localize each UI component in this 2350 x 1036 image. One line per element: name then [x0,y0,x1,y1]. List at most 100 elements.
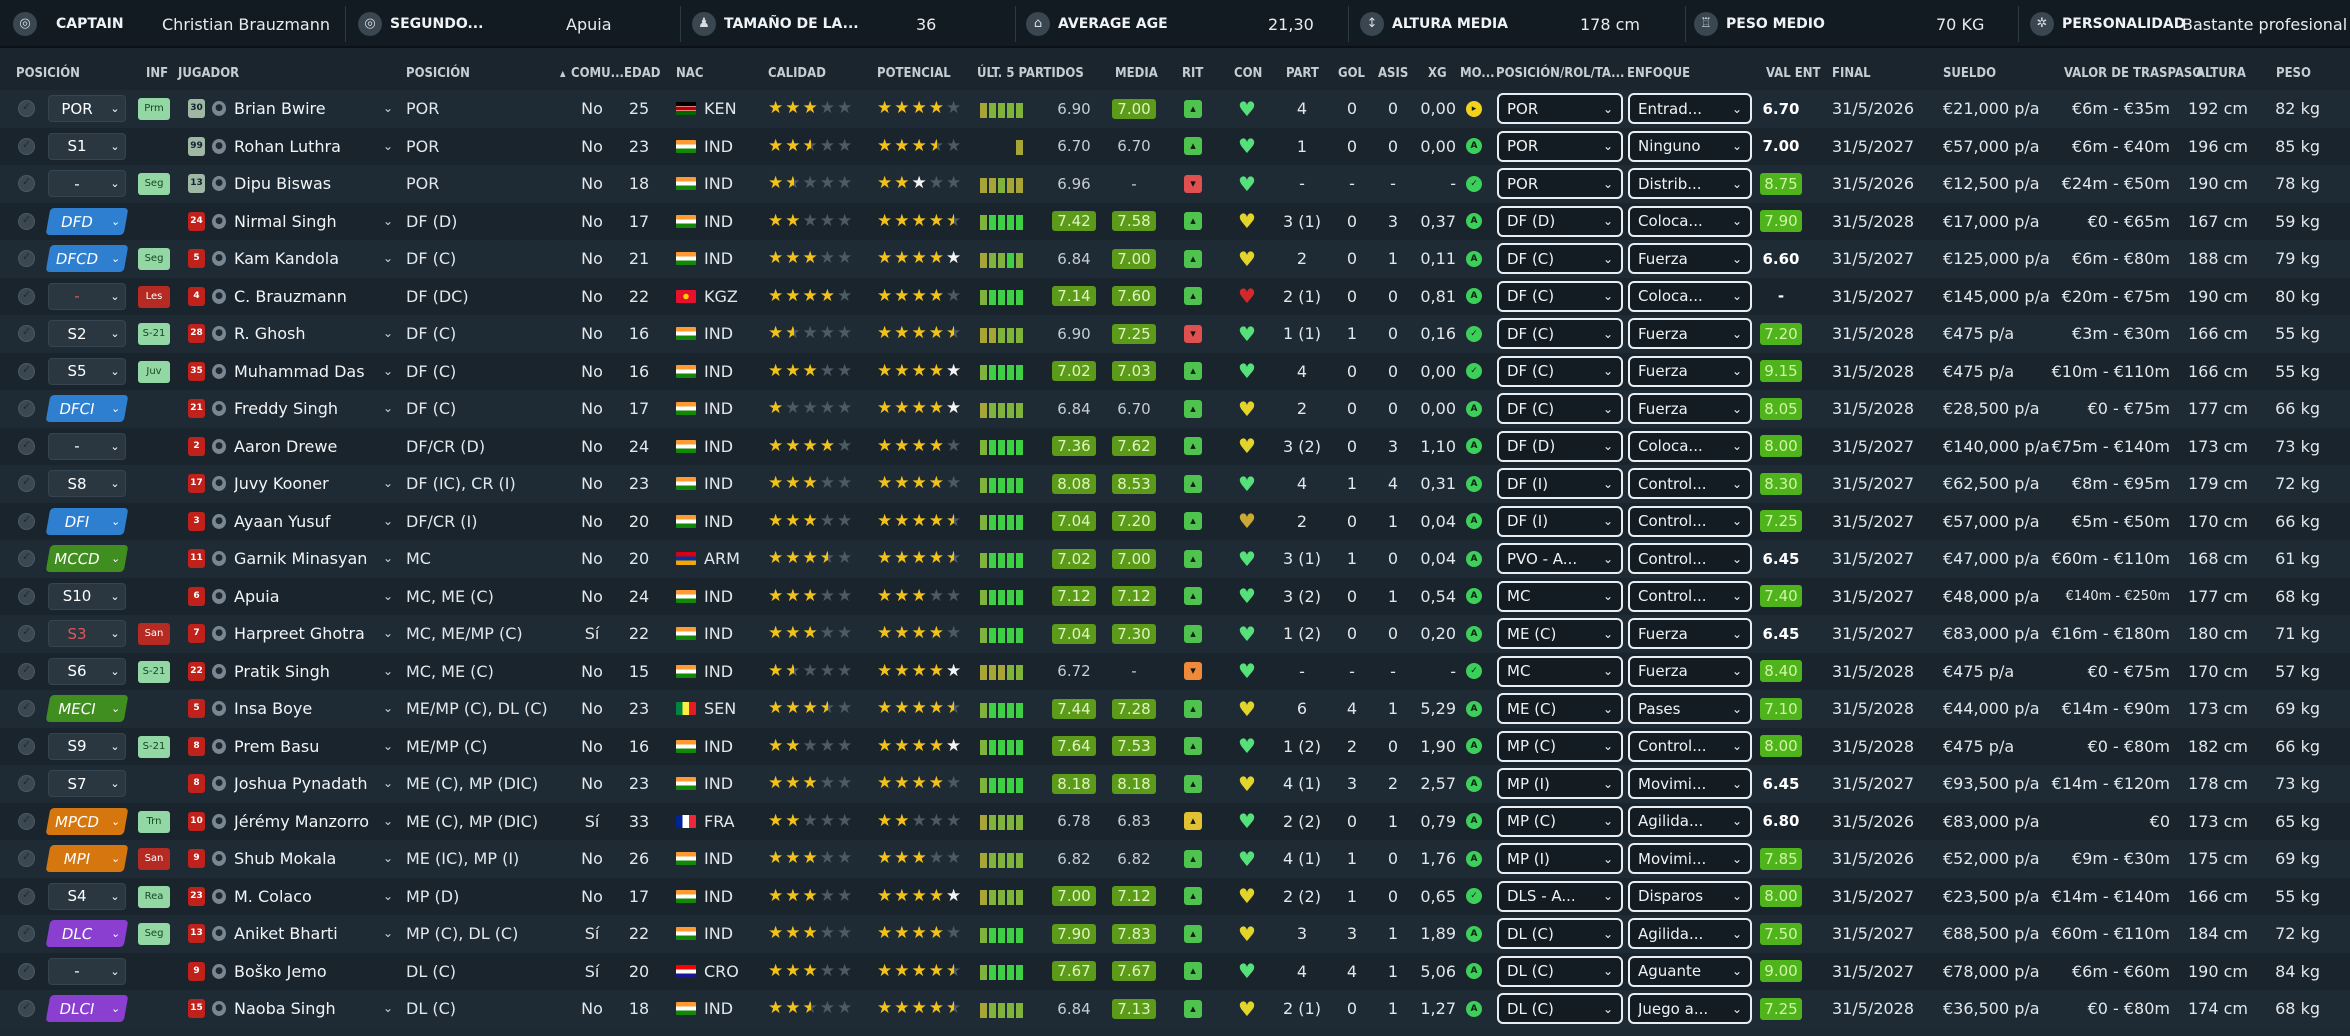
col-morale[interactable]: MO... [1460,66,1495,81]
select-checkbox[interactable] [18,287,35,305]
select-checkbox[interactable] [18,662,35,680]
col-potential[interactable]: POTENCIAL [877,66,951,81]
chevron-down-icon[interactable]: ⌄ [383,664,393,678]
squad-role-selector[interactable]: MECI ⌄ [45,695,129,722]
squad-role-selector[interactable]: - ⌄ [48,282,126,310]
squad-role-selector[interactable]: S2 ⌄ [48,320,126,347]
select-checkbox[interactable] [18,550,35,567]
focus-dropdown[interactable]: Juego a... ⌄ [1628,993,1752,1024]
table-row[interactable]: S6⌄S-2122●Pratik Singh⌄MC, ME (C)No15IND… [0,652,2350,691]
player-name[interactable]: Shub Mokala [234,840,378,878]
role-duty-dropdown[interactable]: POR ⌄ [1497,130,1623,162]
table-row[interactable]: DFCI⌄21●Freddy Singh⌄DF (C)No17IND★★★★★★… [0,390,2350,428]
squad-role-selector[interactable]: - ⌄ [48,957,126,985]
role-duty-dropdown[interactable]: DF (D) ⌄ [1497,205,1623,237]
select-checkbox[interactable] [18,625,35,642]
table-row[interactable]: -⌄9●Boško JemoDL (C)Sí20CRO★★★★★★★★★★7.6… [0,952,2350,990]
focus-dropdown[interactable]: Fuerza ⌄ [1628,655,1752,687]
col-average[interactable]: MEDIA [1115,66,1158,81]
select-checkbox[interactable] [18,137,35,155]
role-duty-dropdown[interactable]: MC ⌄ [1497,655,1623,687]
player-name[interactable]: Aaron Drewe [234,428,378,466]
select-checkbox[interactable] [18,175,35,192]
squad-role-selector[interactable]: S5 ⌄ [48,357,126,385]
summary-value[interactable]: Christian Brauzmann [162,0,330,48]
select-checkbox[interactable] [18,850,35,867]
squad-role-selector[interactable]: MCCD ⌄ [45,545,129,572]
select-checkbox[interactable] [18,325,35,342]
player-name[interactable]: Naoba Singh [234,990,378,1028]
col-last-5[interactable]: ÚLT. 5 PARTIDOS [977,66,1084,81]
select-checkbox[interactable] [18,437,35,455]
table-row[interactable]: S1⌄99●Rohan Luthra⌄PORNo23IND★★★★★★★★★★6… [0,127,2350,165]
focus-dropdown[interactable]: Fuerza ⌄ [1628,243,1752,274]
player-name[interactable]: Ayaan Yusuf [234,503,378,541]
sort-asc-icon[interactable]: ▲ [560,69,566,78]
player-name[interactable]: Brian Bwire [234,90,378,128]
table-row[interactable]: -⌄Seg13●Dipu BiswasPORNo18IND★★★★★★★★★★6… [0,165,2350,203]
table-row[interactable]: S2⌄S-2128●R. Ghosh⌄DF (C)No16IND★★★★★★★★… [0,315,2350,353]
col-nationality[interactable]: NAC [676,66,703,81]
focus-dropdown[interactable]: Control... ⌄ [1628,730,1752,762]
table-row[interactable]: DFD⌄24●Nirmal Singh⌄DF (D)No17IND★★★★★★★… [0,202,2350,240]
table-row[interactable]: DLCI⌄15●Naoba Singh⌄DL (C)No18IND★★★★★★★… [0,990,2350,1028]
summary-value[interactable]: 178 cm [1580,0,1640,48]
player-name[interactable]: M. Colaco [234,878,378,916]
role-duty-dropdown[interactable]: DF (I) ⌄ [1497,468,1623,499]
squad-role-selector[interactable]: S1 ⌄ [48,132,126,160]
table-row[interactable]: MPI⌄San9●Shub Mokala⌄ME (IC), MP (I)No26… [0,840,2350,878]
player-name[interactable]: Harpreet Ghotra [234,615,378,653]
squad-role-selector[interactable]: S9 ⌄ [48,732,126,760]
table-row[interactable]: DFCD⌄Seg5●Kam Kandola⌄DF (C)No21IND★★★★★… [0,240,2350,278]
col-focus[interactable]: ENFOQUE [1627,66,1690,81]
col-xg[interactable]: XG [1428,66,1447,81]
role-duty-dropdown[interactable]: DF (D) ⌄ [1497,430,1623,462]
focus-dropdown[interactable]: Aguante ⌄ [1628,955,1752,987]
select-checkbox[interactable] [18,587,35,605]
chevron-down-icon[interactable]: ⌄ [383,926,393,940]
table-row[interactable]: MCCD⌄11●Garnik Minasyan⌄MCNo20ARM★★★★★★★… [0,540,2350,578]
summary-value[interactable]: 36 [916,0,936,48]
player-name[interactable]: Muhammad Das [234,353,378,391]
player-name[interactable]: C. Brauzmann [234,278,378,316]
chevron-down-icon[interactable]: ⌄ [383,326,393,340]
col-homegrown[interactable]: COMU... [571,66,624,81]
chevron-down-icon[interactable]: ⌄ [383,401,393,415]
focus-dropdown[interactable]: Control... ⌄ [1628,505,1752,537]
select-checkbox[interactable] [18,212,35,230]
squad-role-selector[interactable]: - ⌄ [48,432,126,460]
col-position[interactable]: POSICIÓN [406,66,470,81]
role-duty-dropdown[interactable]: ME (C) ⌄ [1497,693,1623,724]
table-row[interactable]: S9⌄S-218●Prem Basu⌄ME/MP (C)No16IND★★★★★… [0,727,2350,765]
player-name[interactable]: Apuia [234,578,378,616]
chevron-down-icon[interactable]: ⌄ [383,364,393,378]
chevron-down-icon[interactable]: ⌄ [383,851,393,865]
squad-role-selector[interactable]: S6 ⌄ [48,657,126,685]
col-info[interactable]: INF [146,66,168,81]
select-checkbox[interactable] [18,775,35,792]
player-name[interactable]: Jérémy Manzorro [234,803,378,841]
chevron-down-icon[interactable]: ⌄ [383,889,393,903]
role-duty-dropdown[interactable]: DF (I) ⌄ [1497,505,1623,537]
select-checkbox[interactable] [18,962,35,980]
col-height[interactable]: ALTURA [2196,66,2246,81]
player-name[interactable]: Joshua Pynadath [234,765,378,803]
role-duty-dropdown[interactable]: POR ⌄ [1497,93,1623,124]
focus-dropdown[interactable]: Agilida... ⌄ [1628,805,1752,837]
table-row[interactable]: MPCD⌄Trn10●Jérémy Manzorro⌄ME (C), MP (D… [0,802,2350,841]
role-duty-dropdown[interactable]: MP (C) ⌄ [1497,730,1623,762]
player-name[interactable]: Juvy Kooner [234,465,378,503]
select-checkbox[interactable] [18,737,35,755]
col-weight[interactable]: PESO [2276,66,2311,81]
role-duty-dropdown[interactable]: DF (C) ⌄ [1497,393,1623,424]
table-row[interactable]: DFI⌄3●Ayaan Yusuf⌄DF/CR (I)No20IND★★★★★★… [0,502,2350,541]
player-name[interactable]: Pratik Singh [234,653,378,691]
select-checkbox[interactable] [18,812,35,830]
squad-role-selector[interactable]: S8 ⌄ [48,470,126,497]
role-duty-dropdown[interactable]: DF (C) ⌄ [1497,280,1623,312]
col-transfer-value[interactable]: VALOR DE TRASPASO [2064,66,2202,81]
table-row[interactable]: S3⌄San7●Harpreet Ghotra⌄MC, ME/MP (C)Sí2… [0,615,2350,653]
focus-dropdown[interactable]: Movimi... ⌄ [1628,843,1752,874]
player-name[interactable]: Freddy Singh [234,390,378,428]
col-val-ent[interactable]: VAL ENT [1766,66,1821,81]
